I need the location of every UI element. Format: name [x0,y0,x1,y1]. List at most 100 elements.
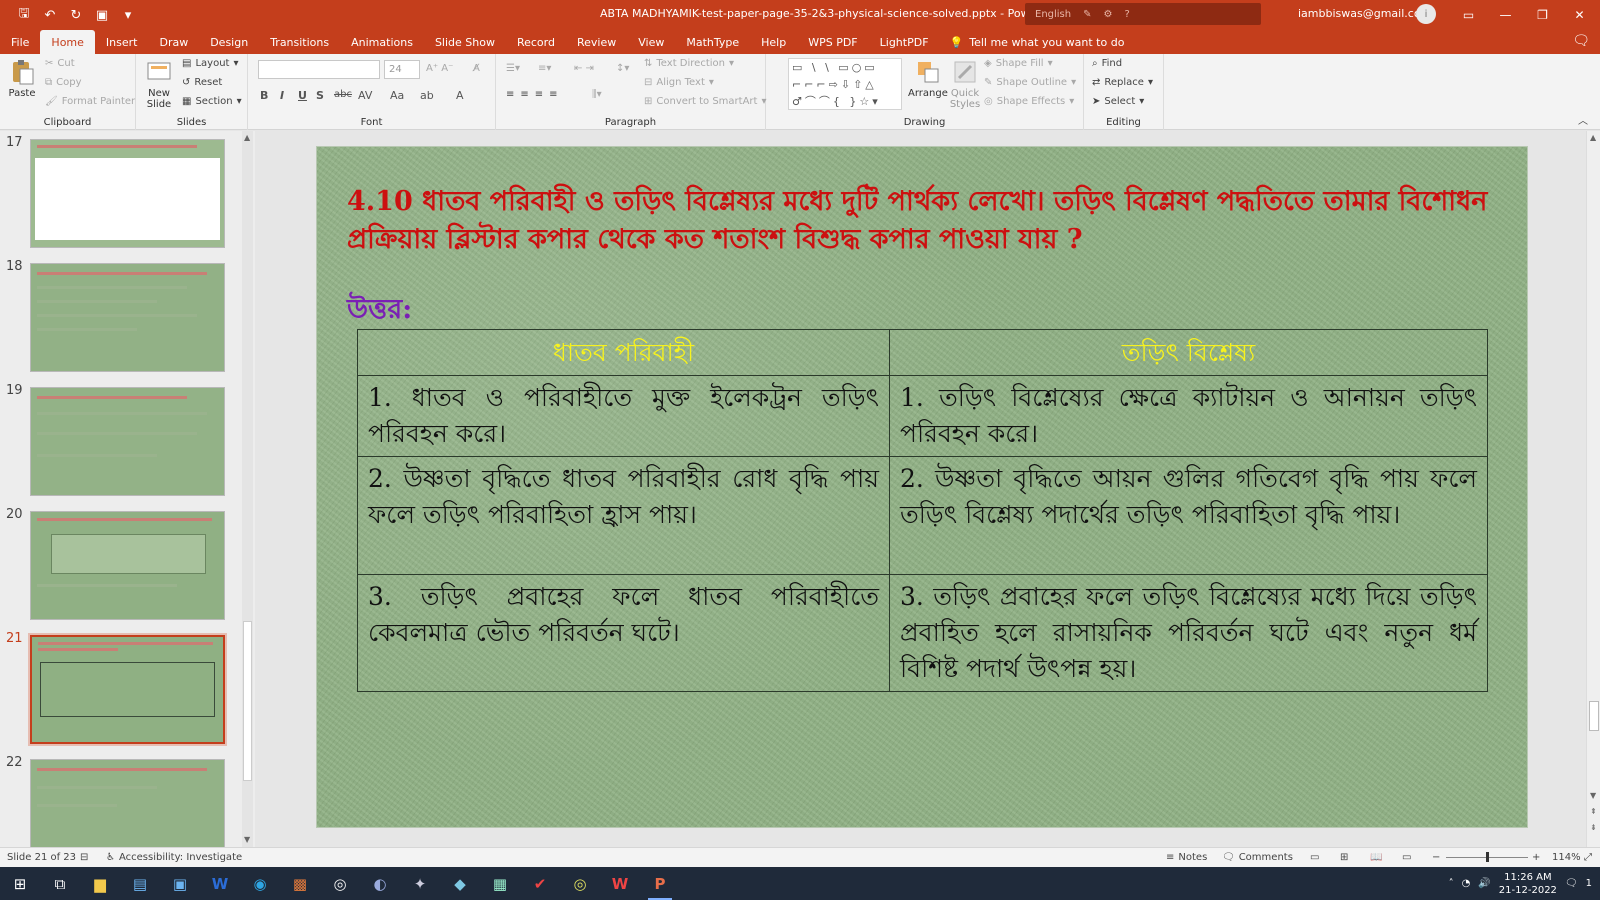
tab-wps-pdf[interactable]: WPS PDF [797,30,868,54]
calculator-icon[interactable]: ▦ [480,867,520,900]
shape-outline-button[interactable]: ✎ Shape Outline ▾ [984,77,1076,88]
next-slide-icon[interactable]: ⇟ [1590,823,1597,832]
app-icon[interactable]: ✦ [400,867,440,900]
tab-slide-show[interactable]: Slide Show [424,30,506,54]
settings-icon[interactable]: ⚙ [1104,9,1113,20]
pen-icon[interactable]: ✎ [1083,9,1091,20]
chrome-icon[interactable]: ◎ [320,867,360,900]
tab-review[interactable]: Review [566,30,627,54]
undo-icon[interactable]: ↶ [40,5,60,25]
slide-canvas[interactable]: 4.10 ধাতব পরিবাহী ও তড়িৎ বিশ্লেষ্যর মধ্… [316,146,1528,828]
zoom-level[interactable]: 114% [1552,852,1581,863]
tab-view[interactable]: View [627,30,675,54]
thumbnail-slide-17[interactable] [30,139,225,248]
chevron-up-icon[interactable]: ˄ [1449,878,1454,889]
copy-button[interactable]: ⧉ Copy [45,77,82,88]
app-icon[interactable]: ✔ [520,867,560,900]
indent-icons[interactable]: ⇤ ⇥ [574,63,594,74]
previous-slide-icon[interactable]: ⇞ [1590,807,1597,816]
tab-lightpdf[interactable]: LightPDF [869,30,940,54]
windows-start-icon[interactable]: ⊞ [0,867,40,900]
tab-draw[interactable]: Draw [148,30,199,54]
table-header-cell[interactable]: তড়িৎ বিশ্লেষ্য [889,329,1488,376]
bullets-icon[interactable]: ☰▾ [506,63,520,74]
save-icon[interactable]: 🖫 [14,5,34,25]
find-button[interactable]: ⌕ Find [1092,58,1122,69]
numbering-icon[interactable]: ≡▾ [538,63,551,74]
close-icon[interactable]: ✕ [1561,0,1598,30]
ribbon-display-icon[interactable]: ▭ [1450,0,1487,30]
tell-me-search[interactable]: 💡 Tell me what you want to do [940,30,1125,54]
font-name-select[interactable] [258,60,380,79]
tab-insert[interactable]: Insert [95,30,149,54]
thumbnail-slide-21[interactable] [28,633,227,746]
italic-icon[interactable]: I [280,89,284,102]
fit-slide-icon[interactable]: ⤢ [1584,852,1592,863]
scrollbar-thumb[interactable] [243,621,252,781]
tab-mathtype[interactable]: MathType [675,30,750,54]
app-icon[interactable]: ◐ [360,867,400,900]
tab-record[interactable]: Record [506,30,566,54]
start-from-beginning-icon[interactable]: ▣ [92,5,112,25]
comparison-table[interactable]: ধাতব পরিবাহী তড়িৎ বিশ্লেষ্য 1. ধাতব ও প… [357,329,1488,692]
wifi-icon[interactable]: ◔ [1462,878,1471,889]
scroll-up-icon[interactable]: ▲ [1590,133,1596,142]
edge-icon[interactable]: ◉ [240,867,280,900]
replace-button[interactable]: ⇄ Replace ▾ [1092,77,1153,88]
help-icon[interactable]: ? [1124,9,1129,20]
notes-button[interactable]: ≡ Notes [1166,852,1207,863]
thumbnail-scrollbar[interactable]: ▲ ▼ [242,131,253,847]
customize-toolbar-icon[interactable]: ▾ [118,5,138,25]
tab-help[interactable]: Help [750,30,797,54]
text-direction-button[interactable]: ⇅ Text Direction ▾ [644,58,734,69]
answer-label[interactable]: উত্তর: [347,289,412,334]
table-cell[interactable]: 2. উষ্ণতা বৃদ্ধিতে আয়ন গুলির গতিবেগ বৃদ… [889,456,1488,575]
line-spacing-icon[interactable]: ↕▾ [616,63,629,74]
reading-view-icon[interactable]: 📖 [1370,852,1382,863]
maximize-icon[interactable]: ❐ [1524,0,1561,30]
layout-button[interactable]: ▤ Layout ▾ [182,58,238,69]
columns-icon[interactable]: ⫼▾ [592,89,602,100]
section-button[interactable]: ▦ Section ▾ [182,96,242,107]
tab-transitions[interactable]: Transitions [259,30,340,54]
accessibility-button[interactable]: ♿ Accessibility: Investigate [106,852,242,863]
account-email[interactable]: iambbiswas@gmail.com [1298,7,1431,20]
scroll-up-icon[interactable]: ▲ [244,133,250,142]
minimize-icon[interactable]: — [1487,0,1524,30]
wps-icon[interactable]: W [600,867,640,900]
language-label[interactable]: English [1035,9,1071,20]
thumbnail-slide-18[interactable] [30,263,225,372]
underline-icon[interactable]: U [298,89,307,102]
slideshow-view-icon[interactable]: ▭ [1402,852,1411,863]
zoom-out-icon[interactable]: − [1432,852,1440,863]
font-color-icon[interactable]: A [456,89,464,102]
app-icon[interactable]: ▣ [160,867,200,900]
tab-design[interactable]: Design [199,30,259,54]
clear-format-icon[interactable]: A̸ [473,63,480,74]
scrollbar-thumb[interactable] [1589,701,1599,731]
chrome-icon[interactable]: ◎ [560,867,600,900]
comments-icon[interactable]: 🗨 [1572,33,1590,49]
convert-smartart-button[interactable]: ⊞ Convert to SmartArt ▾ [644,96,766,107]
volume-icon[interactable]: 🔊 [1478,878,1490,889]
table-cell[interactable]: 3. তড়িৎ প্রবাহের ফলে তড়িৎ বিশ্লেষ্যের … [889,574,1488,692]
thumbnail-slide-22[interactable] [30,759,225,847]
scroll-down-icon[interactable]: ▼ [1590,791,1596,800]
select-button[interactable]: ➤ Select ▾ [1092,96,1144,107]
redo-icon[interactable]: ↻ [66,5,86,25]
cut-button[interactable]: ✂ Cut [45,58,75,69]
increase-font-icon[interactable]: A⁺ A⁻ [426,63,453,74]
reset-button[interactable]: ↺ Reset [182,77,222,88]
char-spacing-icon[interactable]: AV [358,89,372,102]
question-text[interactable]: 4.10 ধাতব পরিবাহী ও তড়িৎ বিশ্লেষ্যর মধ্… [347,183,1507,259]
collapse-ribbon-icon[interactable]: ︿ [1578,112,1588,127]
shape-effects-button[interactable]: ◎ Shape Effects ▾ [984,96,1074,107]
paste-button[interactable]: Paste [8,58,36,99]
powerpoint-icon[interactable]: P [640,867,680,900]
bold-icon[interactable]: B [260,89,268,102]
shape-fill-button[interactable]: ◈ Shape Fill ▾ [984,58,1053,69]
table-cell[interactable]: 1. ধাতব ও পরিবাহীতে মুক্ত ইলেকট্রন তড়িৎ… [357,375,890,457]
task-view-icon[interactable]: ⧉ [40,867,80,900]
new-slide-button[interactable]: New Slide [142,58,176,110]
scroll-down-icon[interactable]: ▼ [244,835,250,844]
